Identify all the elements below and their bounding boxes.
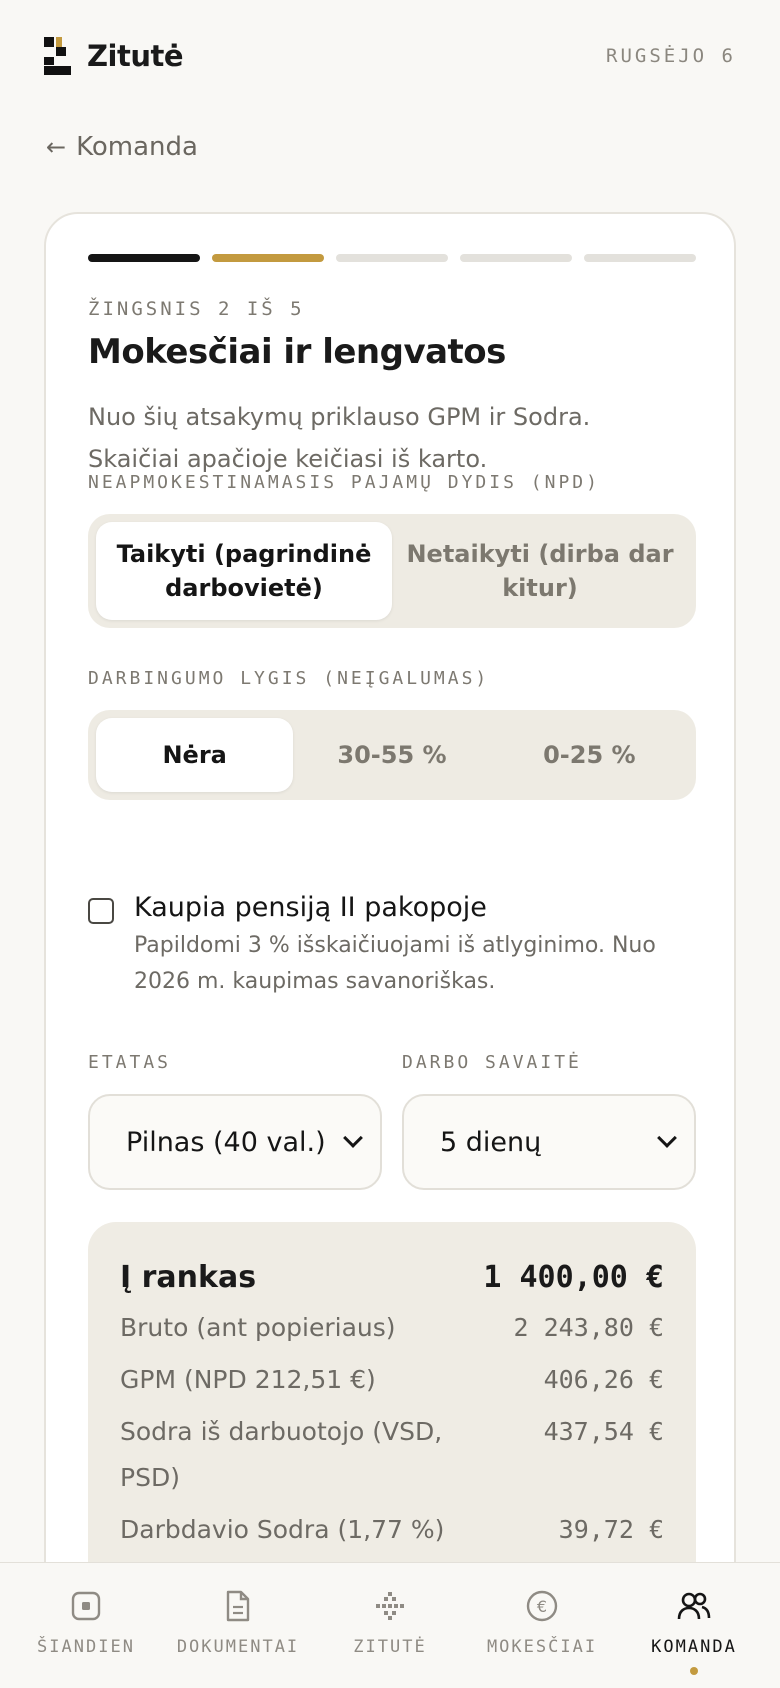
summary-row: Darbdavio Sodra (1,77 %) 39,72 €: [120, 1507, 664, 1553]
disability-segmented-control: Nėra 30-55 % 0-25 %: [88, 710, 696, 800]
summary-net-label: Į rankas: [120, 1260, 257, 1295]
summary-row: Bruto (ant popieriaus) 2 243,80 €: [120, 1305, 664, 1351]
document-icon: [221, 1589, 255, 1623]
svg-text:€: €: [537, 1597, 547, 1616]
back-arrow-icon: ←: [46, 133, 67, 161]
nav-item-taxes[interactable]: € MOKESČIAI: [472, 1563, 612, 1688]
today-icon: [69, 1589, 103, 1623]
summary-row-value: 2 243,80 €: [513, 1313, 664, 1342]
npd-option-not-apply[interactable]: Netaikyti (dirba dar kitur): [392, 522, 688, 620]
nav-item-zitute[interactable]: ZITUTĖ: [320, 1563, 460, 1688]
summary-row-label: Bruto (ant popieriaus): [120, 1313, 396, 1342]
npd-option-apply[interactable]: Taikyti (pagrindinė darbovietė): [96, 522, 392, 620]
step-label: ŽINGSNIS 2 IŠ 5: [88, 298, 305, 320]
work-week-label: DARBO SAVAITĖ: [402, 1052, 582, 1073]
page-title: Mokesčiai ir lengvatos: [88, 332, 506, 372]
summary-row-value: 437,54 €: [543, 1417, 664, 1446]
zitute-logo-icon: [44, 37, 71, 75]
work-week-select[interactable]: 5 dienų: [402, 1094, 696, 1190]
disability-option-0-25[interactable]: 0-25 %: [491, 718, 688, 792]
summary-row: GPM (NPD 212,51 €) 406,26 €: [120, 1357, 664, 1403]
summary-net-row: Į rankas 1 400,00 €: [120, 1260, 664, 1295]
etatas-select-value: Pilnas (40 val.): [126, 1126, 326, 1158]
brand-name: Zitutė: [87, 39, 184, 73]
nav-label: MOKESČIAI: [486, 1637, 598, 1657]
etatas-label: ETATAS: [88, 1052, 172, 1073]
disability-option-none[interactable]: Nėra: [96, 718, 294, 792]
nav-item-team[interactable]: KOMANDA: [624, 1563, 764, 1688]
step-indicator-1: [88, 254, 200, 262]
step-indicator-3: [336, 254, 448, 262]
step-indicator-2: [212, 254, 324, 262]
pension-text: Kaupia pensiją II pakopoje Papildomi 3 %…: [134, 890, 698, 1000]
summary-row: Sodra iš darbuotojo (VSD, PSD) 437,54 €: [120, 1409, 664, 1501]
nav-item-today[interactable]: ŠIANDIEN: [16, 1563, 156, 1688]
back-link[interactable]: ← Komanda: [46, 132, 198, 162]
summary-row-value: 406,26 €: [543, 1365, 664, 1394]
disability-option-30-55[interactable]: 30-55 %: [293, 718, 490, 792]
step-indicator-5: [584, 254, 696, 262]
summary-row-label: Sodra iš darbuotojo (VSD, PSD): [120, 1417, 443, 1492]
work-week-select-value: 5 dienų: [440, 1126, 542, 1158]
euro-icon: €: [525, 1589, 559, 1623]
app-header: Zitutė RUGSĖJO 6: [44, 36, 736, 76]
pension-checkbox[interactable]: [88, 898, 114, 924]
pension-note: Papildomi 3 % išskaičiuojami iš atlygini…: [134, 933, 656, 994]
nav-label: ŠIANDIEN: [37, 1637, 135, 1657]
nav-label: DOKUMENTAI: [176, 1637, 300, 1657]
nav-item-documents[interactable]: DOKUMENTAI: [168, 1563, 308, 1688]
wizard-card: ŽINGSNIS 2 IŠ 5 Mokesčiai ir lengvatos N…: [44, 212, 736, 1642]
back-label: Komanda: [76, 132, 198, 162]
npd-label: NEAPMOKESTINAMASIS PAJAMŲ DYDIS (NPD): [88, 472, 600, 493]
disability-label: DARBINGUMO LYGIS (NEĮGALUMAS): [88, 668, 490, 689]
chevron-down-icon: [657, 1128, 677, 1148]
step-indicator-4: [460, 254, 572, 262]
etatas-select[interactable]: Pilnas (40 val.): [88, 1094, 382, 1190]
header-date: RUGSĖJO 6: [606, 45, 736, 67]
team-icon: [677, 1589, 711, 1623]
step-progress: [88, 254, 696, 262]
summary-net-value: 1 400,00 €: [483, 1260, 664, 1295]
pension-title: Kaupia pensiją II pakopoje: [134, 892, 487, 923]
summary-row-value: 39,72 €: [558, 1515, 664, 1544]
sparkle-icon: [373, 1589, 407, 1623]
chevron-down-icon: [343, 1128, 363, 1148]
brand[interactable]: Zitutė: [44, 37, 184, 75]
pension-checkbox-row[interactable]: Kaupia pensiją II pakopoje Papildomi 3 %…: [88, 890, 698, 1000]
bottom-nav: ŠIANDIEN DOKUMENTAI ZITUTĖ € MOKESČIAI K…: [0, 1562, 780, 1688]
summary-row-label: Darbdavio Sodra (1,77 %): [120, 1515, 445, 1544]
summary-row-label: GPM (NPD 212,51 €): [120, 1365, 376, 1394]
page-description: Nuo šių atsakymų priklauso GPM ir Sodra.…: [88, 403, 591, 473]
nav-label: KOMANDA: [651, 1637, 737, 1657]
nav-label: ZITUTĖ: [353, 1637, 427, 1657]
npd-segmented-control: Taikyti (pagrindinė darbovietė) Netaikyt…: [88, 514, 696, 628]
active-indicator-dot: [690, 1667, 698, 1675]
